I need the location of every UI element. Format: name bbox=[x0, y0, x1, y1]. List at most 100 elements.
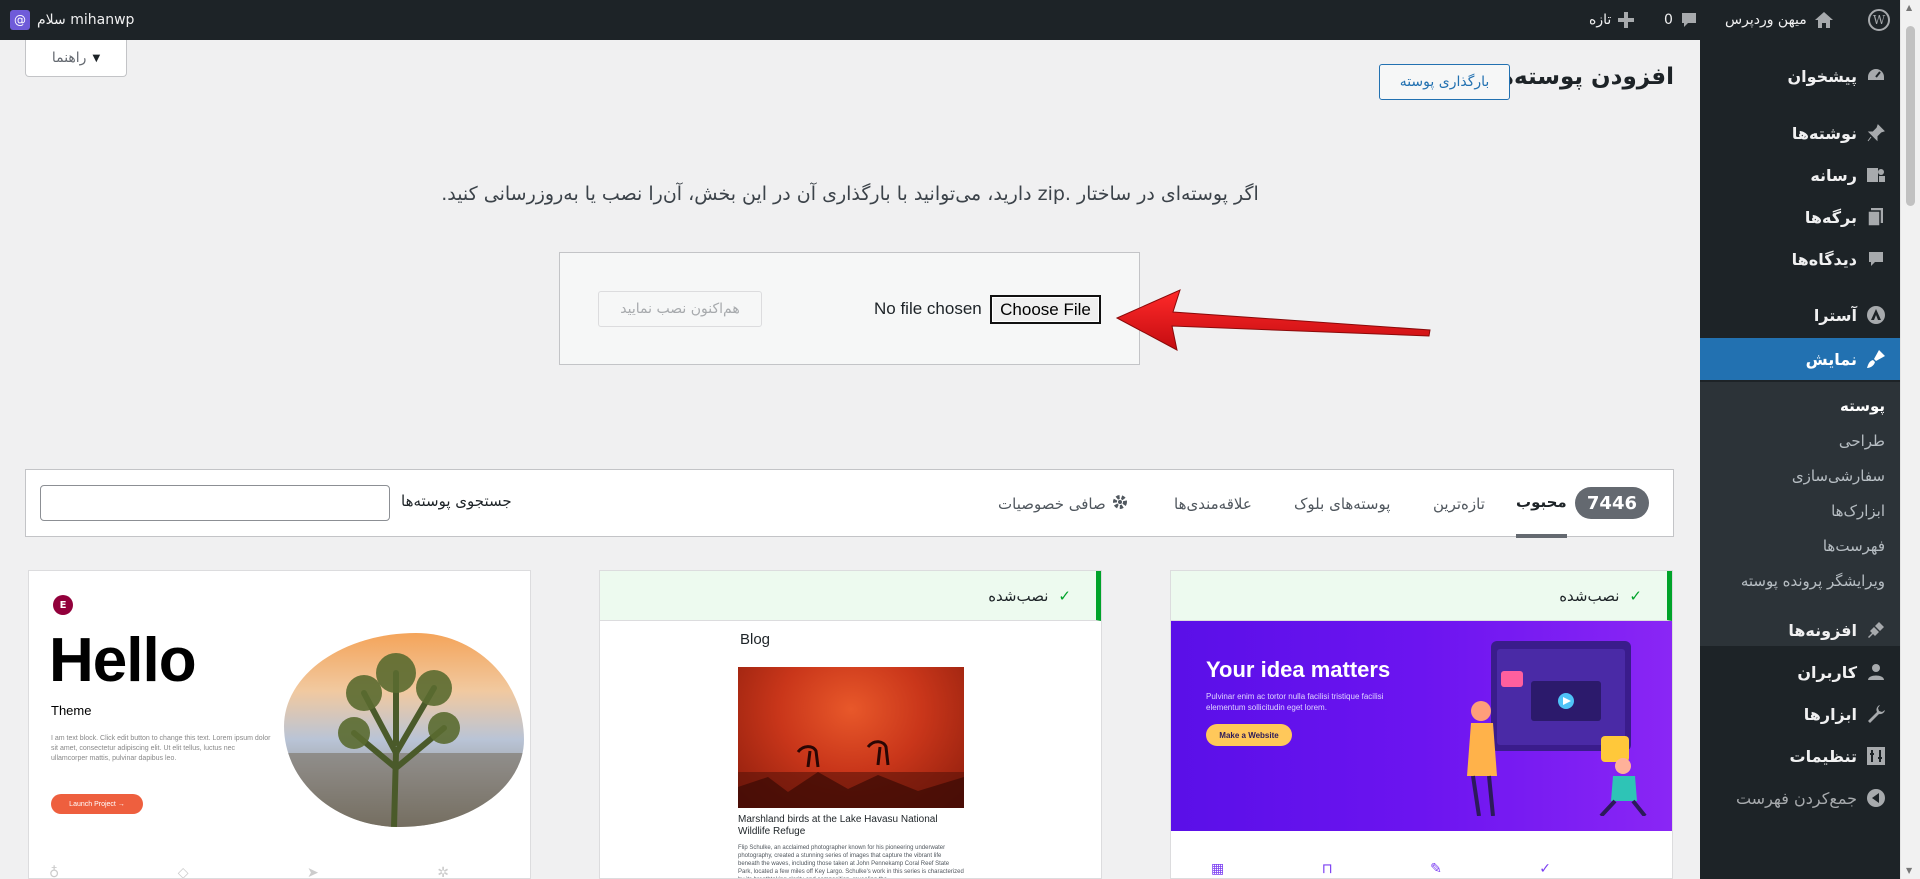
check-circle-icon: ✓ bbox=[1539, 861, 1551, 877]
menu-item-pages[interactable]: برگه‌ها bbox=[1700, 200, 1900, 234]
elementor-logo-icon: E bbox=[53, 595, 73, 615]
menu-item-users[interactable]: کاربران bbox=[1700, 655, 1900, 689]
scroll-down-arrow-icon[interactable]: ▼ bbox=[1906, 866, 1912, 875]
hello-cactus-image bbox=[284, 633, 524, 827]
menu-item-dashboard[interactable]: پیشخوان bbox=[1700, 59, 1900, 93]
building-icon: ▦ bbox=[1211, 861, 1225, 877]
hello-title: Hello bbox=[49, 626, 197, 695]
choose-file-button[interactable]: Choose File bbox=[990, 295, 1101, 324]
upload-theme-button[interactable]: بارگذاری پوسته bbox=[1379, 64, 1510, 100]
submenu-item-widgets[interactable]: ابزارک‌ها bbox=[1700, 496, 1900, 526]
theme-card-astra[interactable]: نصب‌شده ✓ Your idea matters Pulvinar eni… bbox=[1170, 570, 1673, 879]
menu-label: آسترا bbox=[1813, 305, 1857, 325]
installed-notice: نصب‌شده ✓ bbox=[600, 571, 1101, 621]
submenu-item-design[interactable]: طراحی bbox=[1700, 426, 1900, 456]
menu-item-posts[interactable]: نوشته‌ها bbox=[1700, 116, 1900, 150]
astra-subtext: Pulvinar enim ac tortor nulla facilisi t… bbox=[1206, 692, 1384, 712]
lightbulb-icon: ♁ bbox=[49, 865, 60, 879]
hello-feature-icons: ♁ ◇ ➤ ✲ bbox=[49, 865, 449, 879]
astra-cta-button: Make a Website bbox=[1206, 724, 1292, 746]
menu-item-appearance[interactable]: نمایش bbox=[1692, 338, 1900, 380]
submenu-item-menus[interactable]: فهرست‌ها bbox=[1700, 531, 1900, 561]
wordpress-logo-icon[interactable]: W bbox=[1868, 0, 1890, 40]
scroll-thumb[interactable] bbox=[1906, 26, 1915, 206]
menu-item-astra[interactable]: آسترا bbox=[1700, 298, 1900, 332]
plugins-icon bbox=[1866, 620, 1886, 640]
hello-subtitle: Theme bbox=[51, 703, 92, 718]
installed-label: نصب‌شده bbox=[988, 586, 1049, 605]
menu-label: افزونه‌ها bbox=[1788, 620, 1857, 640]
birds-silhouette-icon bbox=[738, 740, 964, 808]
menu-item-comments[interactable]: دیدگاه‌ها bbox=[1700, 242, 1900, 276]
blog-body-text: Flip Schulke, an acclaimed photographer … bbox=[738, 845, 964, 878]
users-icon bbox=[1866, 662, 1886, 682]
help-label: راهنما bbox=[51, 50, 87, 66]
page-scrollbar[interactable]: ▲ ▼ bbox=[1900, 0, 1920, 879]
astra-icon bbox=[1866, 305, 1886, 325]
plus-icon bbox=[1618, 12, 1635, 28]
hello-body-text: I am text block. Click edit button to ch… bbox=[51, 735, 271, 762]
tab-favorites[interactable]: علاقه‌مندی‌ها bbox=[1174, 470, 1252, 538]
home-icon bbox=[1814, 11, 1834, 29]
submenu-item-themes[interactable]: پوسته bbox=[1700, 391, 1900, 421]
menu-label: نمایش bbox=[1805, 349, 1857, 369]
gear-icon bbox=[1112, 494, 1128, 514]
media-icon bbox=[1866, 165, 1886, 185]
menu-label: کاربران bbox=[1797, 662, 1857, 682]
astra-feature-icons: ▦ ⊓ ✎ ✓ bbox=[1211, 861, 1551, 877]
comment-bubble-icon bbox=[1680, 12, 1698, 29]
settings-icon bbox=[1866, 746, 1886, 766]
tab-block-themes[interactable]: پوسته‌های بلوک bbox=[1294, 470, 1390, 538]
user-avatar-icon: @ bbox=[10, 10, 30, 30]
menu-item-plugins[interactable]: افزونه‌ها bbox=[1700, 613, 1900, 647]
my-account-link[interactable]: @ سلام mihanwp bbox=[10, 0, 134, 40]
help-tab-button[interactable]: راهنما ▼ bbox=[25, 40, 127, 77]
tab-latest[interactable]: تازه‌ترین bbox=[1433, 470, 1485, 538]
caret-down-icon: ▼ bbox=[92, 52, 101, 64]
feature-filter-button[interactable]: صافی خصوصیات bbox=[998, 470, 1128, 538]
pin-icon bbox=[1866, 123, 1886, 143]
red-arrow-annotation-icon bbox=[1115, 289, 1431, 351]
new-content-link[interactable]: تازه bbox=[1589, 0, 1635, 40]
install-now-button[interactable]: هم‌اکنون نصب نمایید bbox=[598, 291, 762, 327]
admin-sidebar: پیشخوان نوشته‌ها رسانه برگه‌ها دیدگاه‌ها… bbox=[1692, 40, 1900, 879]
page-title: افزودن پوسته‌ها bbox=[1489, 64, 1674, 90]
menu-label: رسانه bbox=[1810, 165, 1857, 185]
submenu-item-customize[interactable]: سفارشی‌سازی bbox=[1700, 461, 1900, 491]
scroll-up-arrow-icon[interactable]: ▲ bbox=[1906, 3, 1912, 12]
blog-image bbox=[738, 667, 964, 808]
collapse-menu-button[interactable]: جمع‌کردن فهرست bbox=[1700, 781, 1900, 815]
installed-label: نصب‌شده bbox=[1559, 586, 1620, 605]
installed-notice: نصب‌شده ✓ bbox=[1171, 571, 1672, 621]
theme-card-hello[interactable]: E Hello Theme I am text block. Click edi… bbox=[28, 570, 531, 879]
submenu-item-theme-file-editor[interactable]: ویرایشگر پرونده پوسته bbox=[1700, 566, 1900, 596]
site-name-link[interactable]: میهن وردپرس bbox=[1725, 0, 1834, 40]
menu-item-tools[interactable]: ابزارها bbox=[1700, 697, 1900, 731]
svg-text:W: W bbox=[1873, 13, 1886, 27]
astra-headline: Your idea matters bbox=[1206, 657, 1391, 682]
collapse-icon bbox=[1866, 788, 1886, 808]
theme-screenshot: Your idea matters Pulvinar enim ac torto… bbox=[1171, 621, 1672, 831]
comments-link[interactable]: 0 bbox=[1664, 0, 1698, 40]
snowflake-icon: ✲ bbox=[437, 865, 449, 879]
search-themes-input[interactable] bbox=[40, 485, 390, 521]
menu-item-settings[interactable]: تنظیمات bbox=[1700, 739, 1900, 773]
astra-illustration-icon bbox=[1467, 641, 1647, 816]
checkmark-icon: ✓ bbox=[1629, 586, 1642, 605]
comments-icon bbox=[1866, 249, 1886, 269]
appearance-icon bbox=[1866, 349, 1886, 369]
paper-plane-icon: ➤ bbox=[307, 865, 319, 879]
feature-filter-label: صافی خصوصیات bbox=[998, 495, 1106, 513]
diamond-icon: ◇ bbox=[177, 865, 189, 879]
blog-caption: Marshland birds at the Lake Havasu Natio… bbox=[738, 814, 938, 837]
menu-label: تنظیمات bbox=[1789, 746, 1857, 766]
menu-item-media[interactable]: رسانه bbox=[1700, 158, 1900, 192]
tools-icon bbox=[1866, 704, 1886, 724]
hello-launch-button: Launch Project → bbox=[51, 794, 143, 814]
upload-form: هم‌اکنون نصب نمایید No file chosen Choos… bbox=[559, 252, 1140, 365]
cactus-icon bbox=[284, 653, 524, 827]
theme-card-blog[interactable]: نصب‌شده ✓ Blog Marshland birds at the La… bbox=[599, 570, 1102, 879]
menu-label: پیشخوان bbox=[1787, 66, 1857, 86]
tab-popular[interactable]: محبوب bbox=[1516, 470, 1567, 538]
menu-label: نوشته‌ها bbox=[1791, 123, 1857, 143]
